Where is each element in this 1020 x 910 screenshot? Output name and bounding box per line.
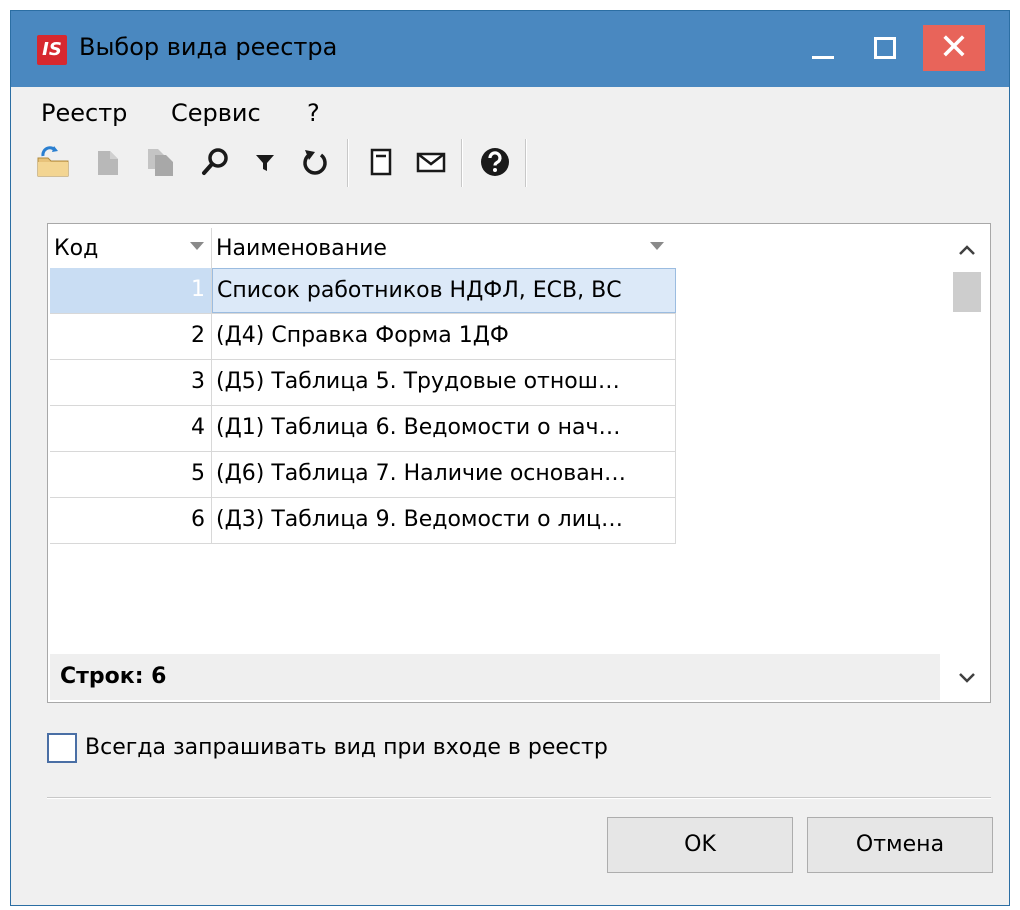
filter-button[interactable]: [245, 141, 285, 183]
ok-button[interactable]: OK: [607, 817, 793, 873]
copy-icon: [98, 151, 118, 175]
mail-button[interactable]: [411, 141, 451, 183]
app-logo-icon: IS: [37, 35, 67, 65]
cell-name: (Д5) Таблица 5. Трудовые отнош…: [212, 360, 676, 405]
toolbar: [33, 137, 573, 189]
window-title: Выбор вида реестра: [79, 33, 338, 61]
column-header-code[interactable]: Код: [50, 228, 212, 268]
cell-code: 2: [50, 314, 212, 359]
sort-arrow-icon[interactable]: [650, 242, 664, 250]
menu-item-service[interactable]: Сервис: [171, 99, 261, 127]
table-row[interactable]: 2 (Д4) Справка Форма 1ДФ: [50, 314, 676, 360]
chevron-up-icon: [959, 245, 975, 255]
undo-icon: [303, 150, 327, 175]
scroll-thumb[interactable]: [953, 272, 981, 312]
toolbar-separator: [461, 139, 463, 187]
table-row[interactable]: 5 (Д6) Таблица 7. Наличие основан…: [50, 452, 676, 498]
menu-item-help[interactable]: ?: [307, 99, 320, 127]
chevron-down-icon: [959, 673, 975, 683]
help-button[interactable]: [475, 141, 515, 183]
title-bar[interactable]: IS Выбор вида реестра ✕: [11, 11, 1009, 87]
always-ask-label[interactable]: Всегда запрашивать вид при входе в реест…: [85, 735, 608, 760]
vertical-scrollbar[interactable]: [944, 224, 990, 702]
maximize-icon: [874, 37, 896, 59]
copy-multiple-button[interactable]: [141, 141, 181, 183]
divider: [47, 797, 991, 799]
cell-code: 4: [50, 406, 212, 451]
minimize-icon: [812, 55, 834, 59]
column-header-name[interactable]: Наименование: [212, 228, 676, 268]
refresh-folder-button[interactable]: [33, 141, 73, 183]
table-row[interactable]: 6 (Д3) Таблица 9. Ведомости о лиц…: [50, 498, 676, 544]
document-icon: [370, 148, 392, 176]
cell-name: (Д1) Таблица 6. Ведомости о нач…: [212, 406, 676, 451]
search-icon: [202, 148, 228, 175]
search-button[interactable]: [195, 141, 235, 183]
cell-name: (Д3) Таблица 9. Ведомости о лиц…: [212, 498, 676, 543]
registry-type-grid[interactable]: Код Наименование 1 Список работников НДФ…: [47, 223, 991, 703]
minimize-button[interactable]: [797, 25, 849, 71]
grid-rows: 1 Список работников НДФЛ, ЕСВ, ВС 2 (Д4)…: [50, 268, 676, 544]
menu-item-registry[interactable]: Реестр: [41, 99, 127, 127]
filter-icon: [256, 155, 274, 171]
scroll-up-button[interactable]: [944, 230, 990, 270]
cell-name: (Д6) Таблица 7. Наличие основан…: [212, 452, 676, 497]
mail-icon: [416, 152, 446, 173]
maximize-button[interactable]: [859, 25, 911, 71]
table-row[interactable]: 4 (Д1) Таблица 6. Ведомости о нач…: [50, 406, 676, 452]
toolbar-separator: [525, 139, 527, 187]
sort-arrow-icon[interactable]: [190, 242, 204, 250]
scroll-down-button[interactable]: [944, 658, 990, 698]
close-icon: ✕: [938, 27, 970, 68]
cell-code: 1: [50, 268, 212, 313]
always-ask-option: Всегда запрашивать вид при входе в реест…: [47, 729, 747, 769]
cell-code: 6: [50, 498, 212, 543]
cell-code: 3: [50, 360, 212, 405]
column-header-label: Код: [54, 236, 99, 261]
cell-name: (Д4) Справка Форма 1ДФ: [212, 314, 676, 359]
cell-code: 5: [50, 452, 212, 497]
toolbar-separator: [347, 139, 349, 187]
refresh-folder-icon: [37, 146, 69, 177]
help-icon: [481, 148, 509, 176]
copy-multiple-icon: [148, 149, 173, 176]
always-ask-checkbox[interactable]: [47, 733, 77, 763]
copy-button[interactable]: [89, 141, 129, 183]
column-header-label: Наименование: [216, 236, 387, 261]
grid-header: Код Наименование: [50, 228, 676, 268]
row-count-footer: Строк: 6: [50, 654, 940, 700]
dialog-window: IS Выбор вида реестра ✕ Реестр Сервис ?: [10, 10, 1010, 906]
cell-name: Список работников НДФЛ, ЕСВ, ВС: [212, 268, 676, 313]
undo-button[interactable]: [295, 141, 335, 183]
document-button[interactable]: [361, 141, 401, 183]
close-button[interactable]: ✕: [923, 25, 985, 71]
table-row[interactable]: 1 Список работников НДФЛ, ЕСВ, ВС: [50, 268, 676, 314]
menu-bar: Реестр Сервис ?: [11, 89, 1009, 135]
table-row[interactable]: 3 (Д5) Таблица 5. Трудовые отнош…: [50, 360, 676, 406]
cancel-button[interactable]: Отмена: [807, 817, 993, 873]
